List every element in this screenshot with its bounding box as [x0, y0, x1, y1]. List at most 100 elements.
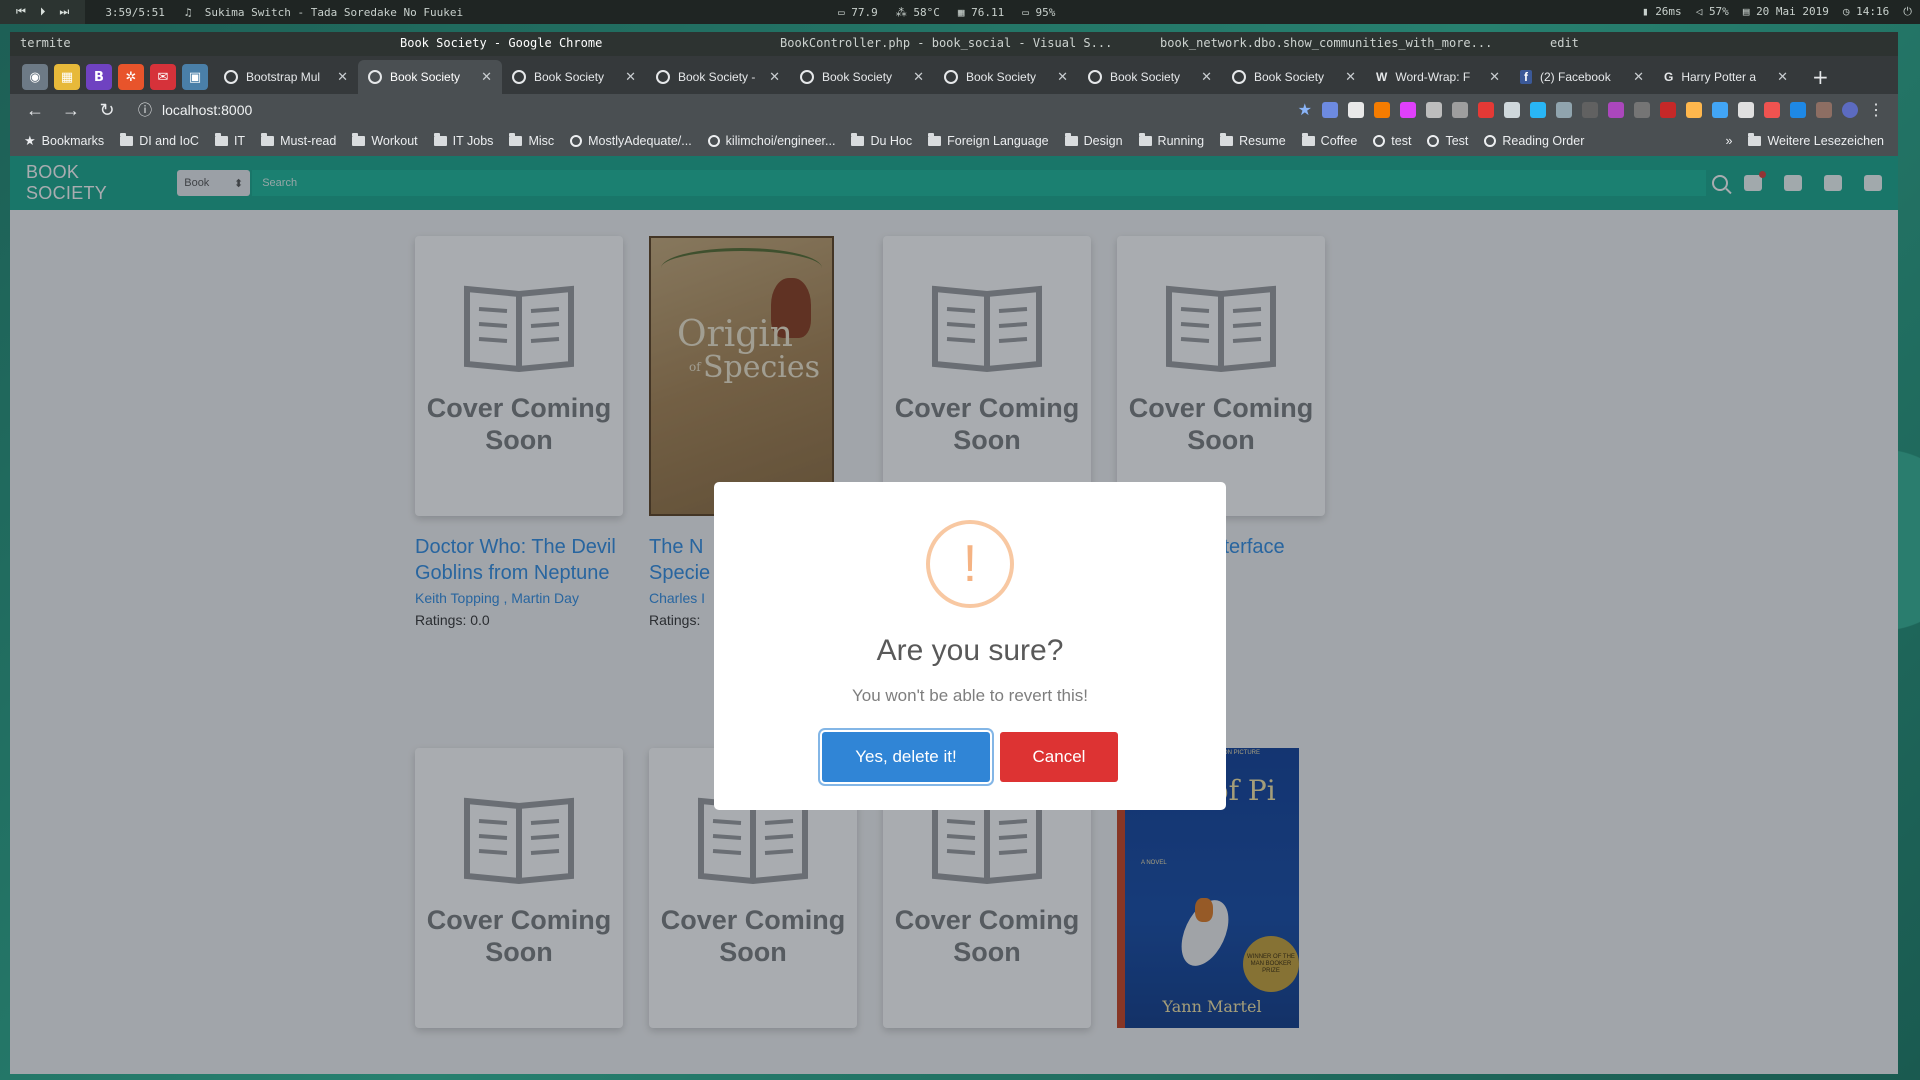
tab-book-society[interactable]: Book Society ✕ — [1078, 60, 1222, 94]
close-icon[interactable]: ✕ — [481, 69, 492, 85]
bookmark-bookmarks[interactable]: ★ Bookmarks — [24, 133, 104, 149]
profile-avatar-icon[interactable] — [1842, 102, 1858, 118]
reload-icon[interactable]: ↻ — [96, 100, 118, 121]
window-title-termite[interactable]: termite — [20, 36, 71, 50]
window-extension-icon[interactable] — [1530, 102, 1546, 118]
bookmark-star-icon[interactable]: ★ — [1298, 100, 1312, 120]
bookmark-folder[interactable]: DI and IoC — [120, 133, 199, 148]
close-icon[interactable]: ✕ — [625, 69, 636, 85]
bookmark-folder[interactable]: Workout — [352, 133, 418, 148]
bookmark-link[interactable]: Reading Order — [1484, 134, 1584, 148]
cookie-extension-icon[interactable] — [1686, 102, 1702, 118]
window-title-vscode[interactable]: BookController.php - book_social - Visua… — [780, 36, 1150, 50]
close-icon[interactable]: ✕ — [1201, 69, 1212, 85]
note-extension-icon[interactable] — [1556, 102, 1572, 118]
bookmark-folder[interactable]: Must-read — [261, 133, 336, 148]
cloud-extension-icon[interactable] — [1764, 102, 1780, 118]
tab-facebook[interactable]: f (2) Facebook ✕ — [1510, 60, 1654, 94]
ublock-extension-icon[interactable] — [1660, 102, 1676, 118]
tab-book-society[interactable]: Book Society ✕ — [1222, 60, 1366, 94]
fox-extension-icon[interactable] — [1374, 102, 1390, 118]
bookmark-folder[interactable]: Misc — [509, 133, 554, 148]
bookmark-folder[interactable]: Running — [1138, 133, 1204, 148]
bookmark-link[interactable]: test — [1373, 134, 1411, 148]
s-extension-icon[interactable] — [1348, 102, 1364, 118]
person-extension-icon[interactable] — [1816, 102, 1832, 118]
bookmark-other[interactable]: Weitere Lesezeichen — [1748, 133, 1884, 148]
play-icon[interactable]: ⏵ — [40, 5, 46, 19]
volume-readout: ◁ 57% — [1695, 5, 1729, 18]
back-icon[interactable]: ← — [24, 100, 46, 121]
bookmark-folder[interactable]: Du Hoc — [851, 133, 912, 148]
camera-extension-icon[interactable] — [1504, 102, 1520, 118]
chrome-icon: ◉ — [29, 69, 41, 85]
folder-icon — [214, 133, 228, 146]
close-icon[interactable]: ✕ — [1345, 69, 1356, 85]
extension-icons: ★ ⋮ — [1298, 100, 1884, 120]
battery-readout: ▭ 95% — [1022, 5, 1056, 19]
tab-book-society[interactable]: Book Society ✕ — [790, 60, 934, 94]
tab-book-society[interactable]: Book Society ✕ — [934, 60, 1078, 94]
bracket-extension-icon[interactable] — [1608, 102, 1624, 118]
close-icon[interactable]: ✕ — [337, 69, 348, 85]
tab-book-society[interactable]: Book Society ✕ — [502, 60, 646, 94]
pinned-tabs: ◉ ▦ B ✲ ✉ ▣ — [16, 60, 214, 94]
close-icon[interactable]: ✕ — [1633, 69, 1644, 85]
bookmark-folder[interactable]: Resume — [1220, 133, 1286, 148]
check-extension-icon[interactable] — [1712, 102, 1728, 118]
pinned-tab-chrome[interactable]: ◉ — [22, 64, 48, 90]
close-icon[interactable]: ✕ — [913, 69, 924, 85]
menu-dots-icon[interactable]: ⋮ — [1868, 100, 1884, 120]
new-tab-button[interactable]: + — [1798, 60, 1843, 94]
globe-icon — [224, 70, 238, 84]
close-icon[interactable]: ✕ — [769, 69, 780, 85]
glasses-extension-icon[interactable] — [1452, 102, 1468, 118]
confirm-delete-button[interactable]: Yes, delete it! — [822, 732, 990, 782]
tab-book-society[interactable]: Book Society - ✕ — [646, 60, 790, 94]
next-icon[interactable]: ⏭ — [59, 5, 69, 19]
info-icon[interactable]: ⓘ — [138, 100, 152, 120]
close-icon[interactable]: ✕ — [1777, 69, 1788, 85]
window-title-db[interactable]: book_network.dbo.show_communities_with_m… — [1160, 36, 1540, 50]
bookmark-folder[interactable]: IT Jobs — [433, 133, 493, 148]
previous-icon[interactable]: ⏮ — [16, 5, 26, 19]
bookmark-folder[interactable]: IT — [214, 133, 245, 148]
s-blue-extension-icon[interactable] — [1790, 102, 1806, 118]
speaker-extension-icon[interactable] — [1582, 102, 1598, 118]
window-title-edit[interactable]: edit — [1550, 36, 1579, 50]
close-icon[interactable]: ✕ — [1057, 69, 1068, 85]
bookmarks-overflow-icon[interactable]: » — [1726, 134, 1733, 148]
pen-extension-icon[interactable] — [1426, 102, 1442, 118]
bookmark-folder[interactable]: Foreign Language — [928, 133, 1049, 148]
bookmark-github[interactable]: kilimchoi/engineer... — [707, 134, 835, 148]
media-track: ♫ Sukima Switch - Tada Soredake No Fuuke… — [184, 5, 464, 19]
tab-bootstrap[interactable]: Bootstrap Mul ✕ — [214, 60, 358, 94]
folder-icon — [261, 133, 275, 146]
window-title-chrome[interactable]: Book Society - Google Chrome — [400, 36, 602, 50]
clock-extension-icon[interactable] — [1634, 102, 1650, 118]
tab-book-society-active[interactable]: Book Society ✕ — [358, 60, 502, 94]
tab-harry-potter[interactable]: G Harry Potter a ✕ — [1654, 60, 1798, 94]
tab-word-wrap[interactable]: W Word-Wrap: F ✕ — [1366, 60, 1510, 94]
url-text[interactable]: localhost:8000 — [162, 102, 252, 118]
cancel-button[interactable]: Cancel — [1000, 732, 1118, 782]
browser-toolbar: ← → ↻ ⓘ localhost:8000 ★ ⋮ — [10, 94, 1898, 126]
close-icon[interactable]: ✕ — [1489, 69, 1500, 85]
php-extension-icon[interactable] — [1322, 102, 1338, 118]
bookmark-folder[interactable]: Design — [1064, 133, 1123, 148]
mail-icon: ✉ — [157, 69, 169, 85]
bookmark-link[interactable]: Test — [1427, 134, 1468, 148]
address-bar[interactable]: ⓘ localhost:8000 — [138, 100, 1148, 120]
pinned-tab-red[interactable]: ✉ — [150, 64, 176, 90]
pinned-tab-grid[interactable]: ▦ — [54, 64, 80, 90]
power-icon[interactable]: ⏻ — [1903, 5, 1912, 19]
moon-extension-icon[interactable] — [1400, 102, 1416, 118]
forward-icon[interactable]: → — [60, 100, 82, 121]
bookmark-github[interactable]: MostlyAdequate/... — [570, 134, 692, 148]
pinned-tab-orange[interactable]: ✲ — [118, 64, 144, 90]
bookmark-folder[interactable]: Coffee — [1301, 133, 1357, 148]
oo-extension-icon[interactable] — [1738, 102, 1754, 118]
red-extension-icon[interactable] — [1478, 102, 1494, 118]
pinned-tab-bootstrap[interactable]: B — [86, 64, 112, 90]
pinned-tab-blue[interactable]: ▣ — [182, 64, 208, 90]
